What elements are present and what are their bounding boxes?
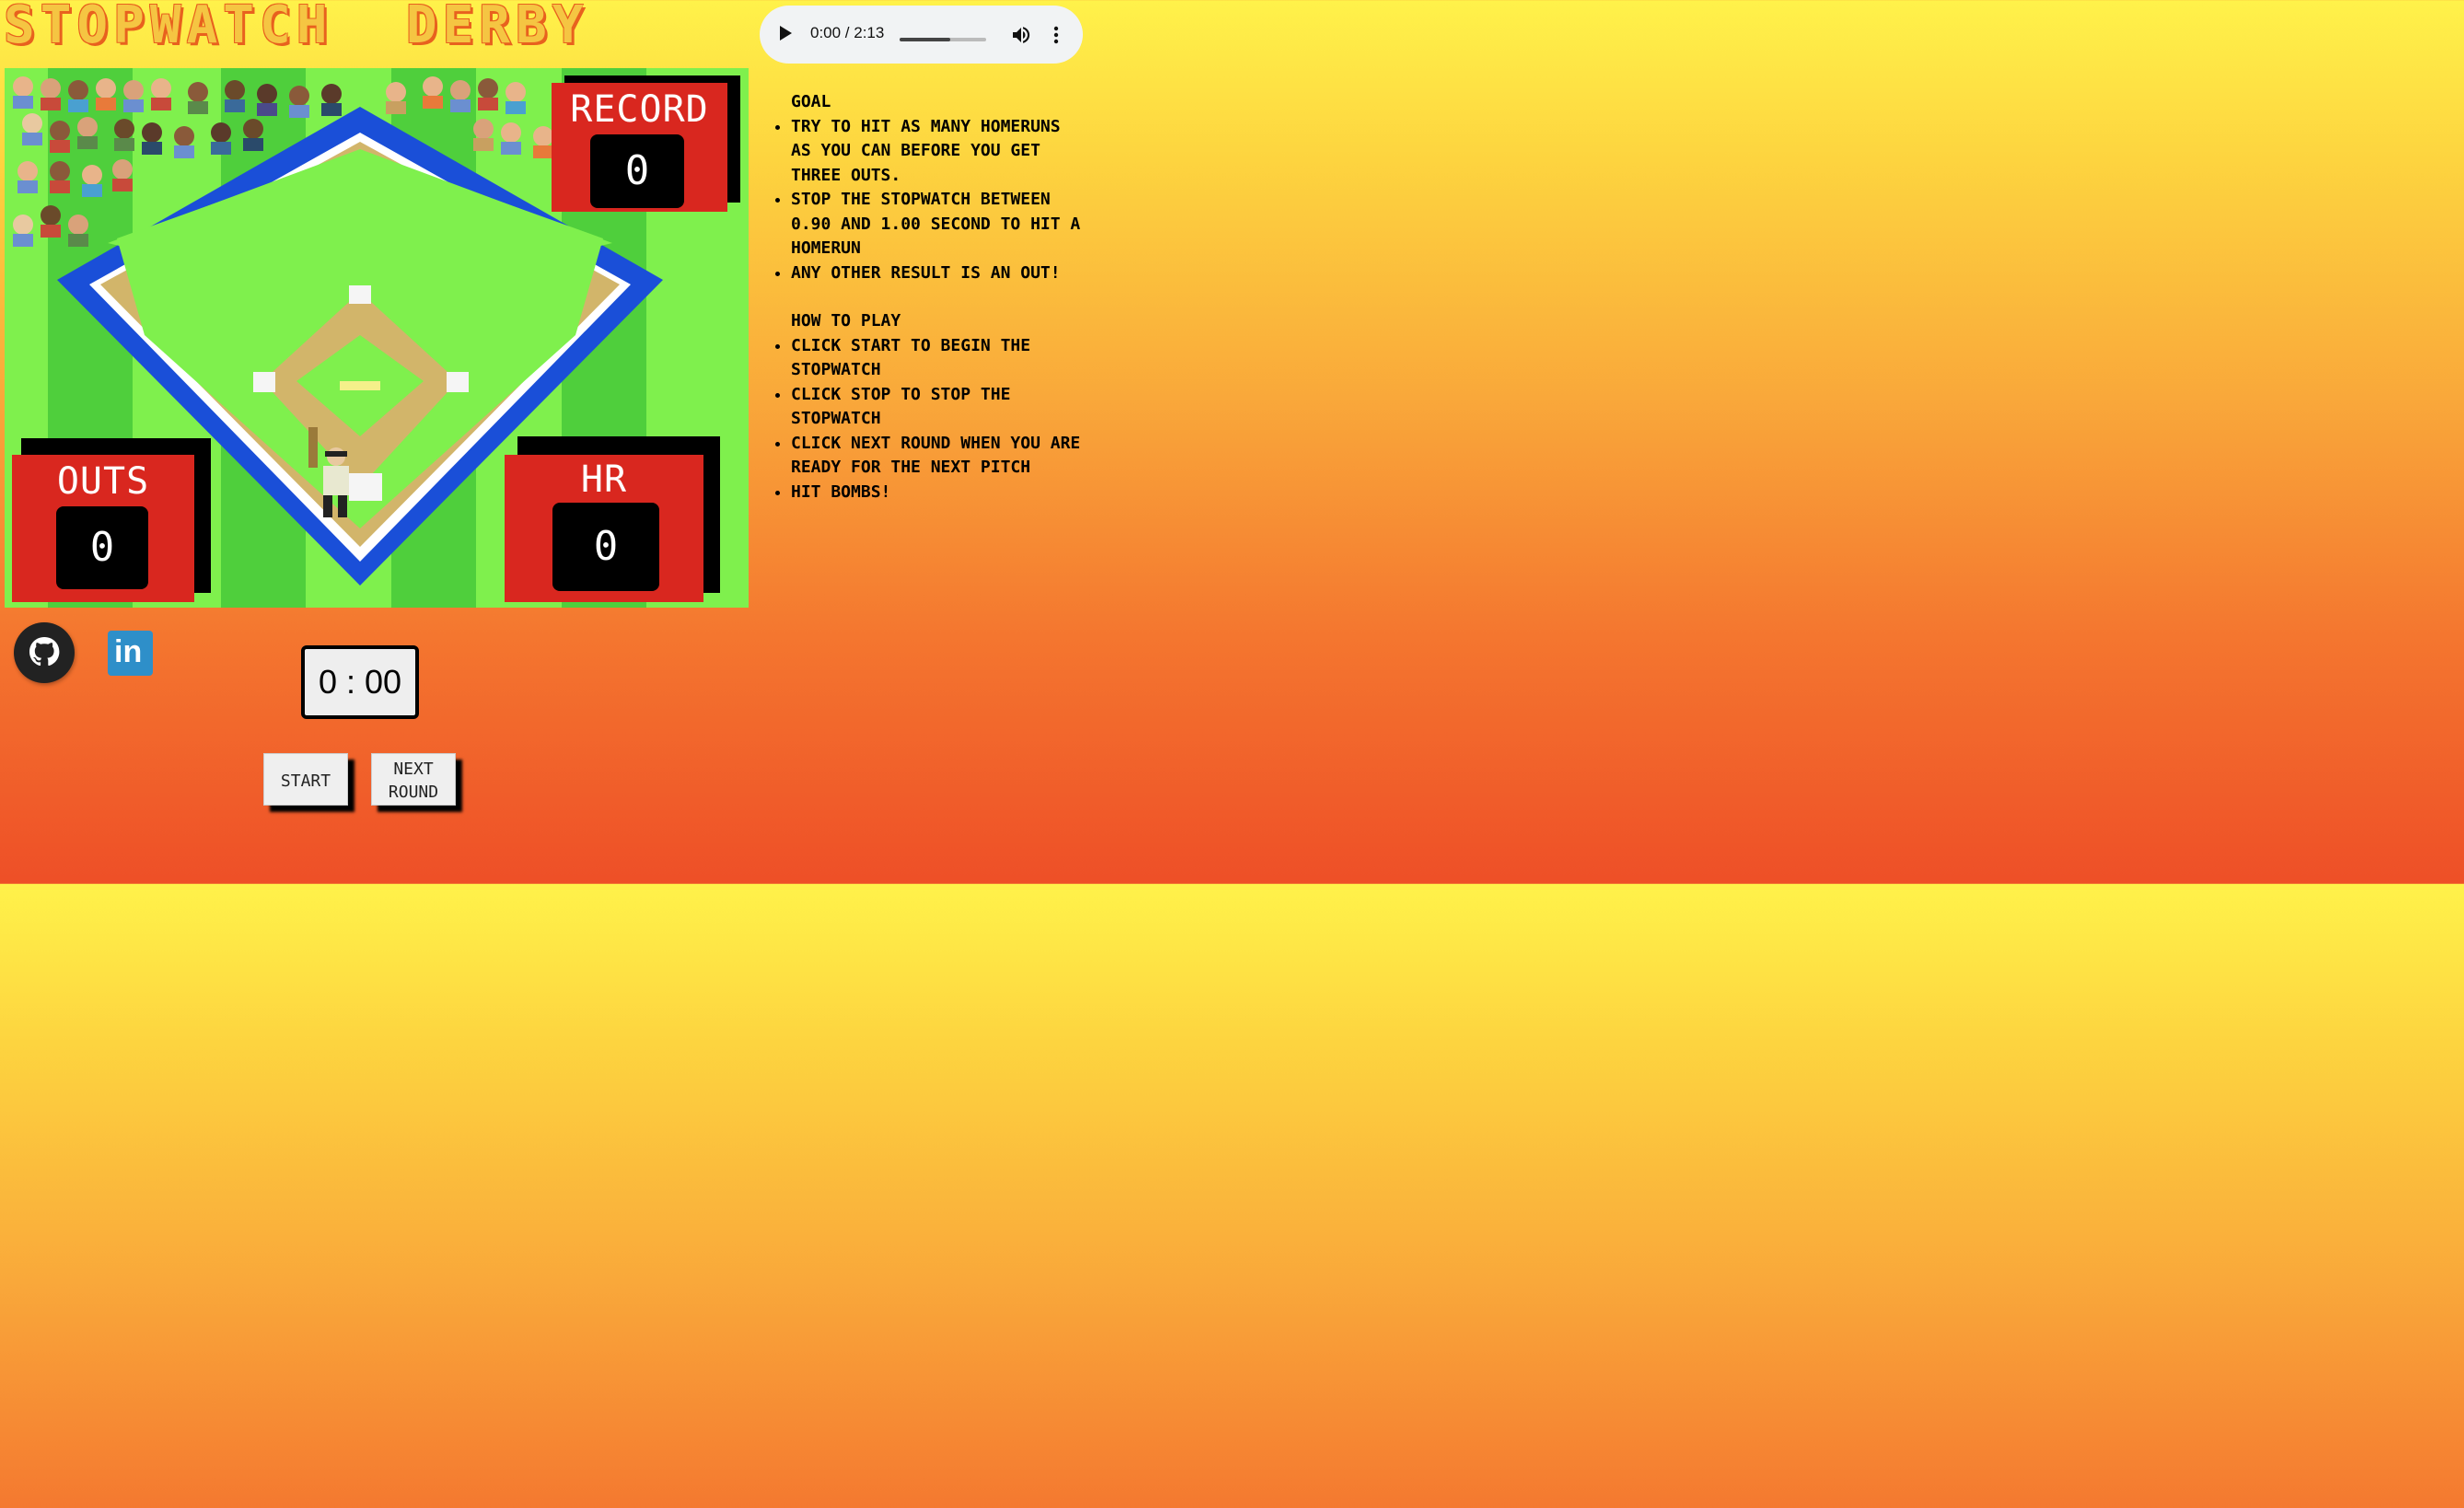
hr-scoreboard: HR 0 [505,436,720,602]
github-link[interactable] [14,622,75,683]
goal-list: TRY TO HIT AS MANY HOMERUNS AS YOU CAN B… [773,115,1087,286]
instructions-panel: GOAL TRY TO HIT AS MANY HOMERUNS AS YOU … [773,90,1087,528]
audio-time: 0:00 / 2:13 [810,24,885,41]
how-item: HIT BOMBS! [791,481,1087,505]
how-to-play-heading: HOW TO PLAY [791,311,901,331]
outs-scoreboard: OUTS 0 [12,438,211,604]
audio-seek-fill [900,38,950,41]
goal-item: ANY OTHER RESULT IS AN OUT! [791,261,1087,286]
record-scoreboard: RECORD 0 [552,75,740,214]
baseball-field: RECORD 0 OUTS 0 HR 0 [5,68,749,608]
goal-item: TRY TO HIT AS MANY HOMERUNS AS YOU CAN B… [791,115,1087,189]
next-round-label-line1: NEXT [393,759,434,779]
audio-seek-bar[interactable] [900,38,986,41]
outs-label: OUTS [56,460,150,503]
more-options-icon[interactable] [1047,24,1065,46]
hr-value: 0 [552,503,659,591]
linkedin-link[interactable]: in [108,631,153,676]
how-item: CLICK STOP TO STOP THE STOPWATCH [791,383,1087,432]
page-title: STOPWATCH DERBY [4,0,589,55]
github-icon [29,637,60,667]
start-button[interactable]: START [263,753,348,806]
goal-heading: GOAL [791,92,831,111]
how-item: CLICK NEXT ROUND WHEN YOU ARE READY FOR … [791,432,1087,481]
record-label: RECORD [570,88,709,131]
play-icon[interactable] [780,26,792,41]
audio-player[interactable]: 0:00 / 2:13 [760,6,1083,64]
stopwatch-display: 0 : 00 [301,645,419,719]
how-to-play-list: CLICK START TO BEGIN THE STOPWATCH CLICK… [773,334,1087,505]
volume-icon[interactable] [1010,24,1032,46]
how-item: CLICK START TO BEGIN THE STOPWATCH [791,334,1087,383]
hr-label: HR [580,458,628,501]
outs-value: 0 [56,506,148,589]
record-value: 0 [590,134,684,208]
next-round-button[interactable]: NEXT ROUND [371,753,456,806]
next-round-label-line2: ROUND [388,782,439,802]
linkedin-icon: in [114,634,143,669]
goal-item: STOP THE STOPWATCH BETWEEN 0.90 AND 1.00… [791,188,1087,261]
